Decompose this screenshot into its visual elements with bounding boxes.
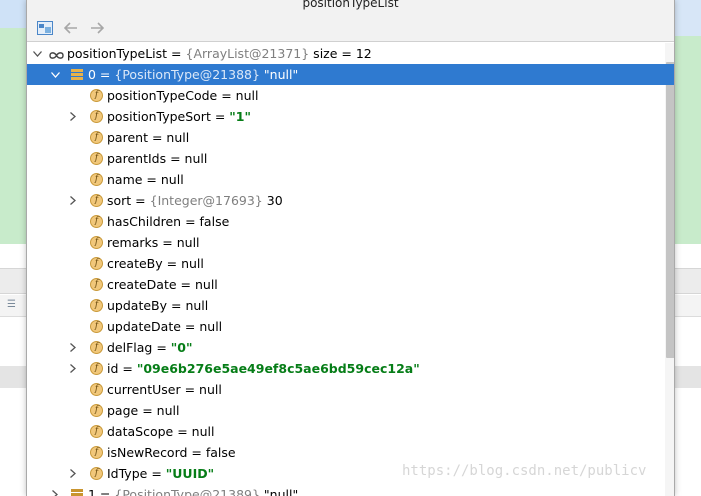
tree-row-field[interactable]: f positionTypeCode = null [27,85,675,106]
tree-row-field[interactable]: f parent = null [27,127,675,148]
field-label: id = "09e6b276e5ae49ef8c5ae6bd59cec12a" [107,361,420,376]
background-editor-right [675,0,701,244]
field-label: remarks = null [107,235,200,250]
field-icon: f [90,110,103,123]
tree-row-root[interactable]: positionTypeList = {ArrayList@21371} siz… [27,43,675,64]
chevron-down-icon[interactable] [50,70,60,80]
field-icon: f [90,425,103,438]
field-icon: f [90,467,103,480]
popup-title: positionTypeList [302,0,398,6]
item-0-label: 0 = {PositionType@21388} "null" [88,67,298,82]
popup-titlebar[interactable]: positionTypeList [27,0,674,14]
field-icon: f [90,299,103,312]
popup-toolbar [27,14,674,42]
object-icon [71,489,83,496]
tree-row-field[interactable]: f positionTypeSort = "1" [27,106,675,127]
field-label: updateDate = null [107,319,222,334]
chevron-right-icon[interactable] [68,469,78,479]
item-1-label: 1 = {PositionType@21389} "null" [88,487,298,496]
field-label: createBy = null [107,256,204,271]
tree-row-field[interactable]: f dataScope = null [27,421,675,442]
chevron-right-icon[interactable] [50,490,60,496]
tree-row-item-0[interactable]: 0 = {PositionType@21388} "null" [27,64,675,85]
field-label: page = null [107,403,179,418]
field-label: parentIds = null [107,151,207,166]
tree-row-field[interactable]: f createDate = null [27,274,675,295]
field-icon: f [90,152,103,165]
background-list-icon: ☰ [7,300,19,310]
watermark-text: https://blog.csdn.net/publicv [402,463,646,479]
field-label: createDate = null [107,277,218,292]
field-icon: f [90,236,103,249]
root-label: positionTypeList = {ArrayList@21371} siz… [67,46,372,61]
field-icon: f [90,404,103,417]
tree-row-field[interactable]: f page = null [27,400,675,421]
field-icon: f [90,383,103,396]
tree-row-field[interactable]: f delFlag = "0" [27,337,675,358]
tree-row-field[interactable]: f currentUser = null [27,379,675,400]
field-icon: f [90,320,103,333]
field-icon: f [90,215,103,228]
object-icon [71,69,83,80]
tree-row-field[interactable]: f id = "09e6b276e5ae49ef8c5ae6bd59cec12a" [27,358,675,379]
field-icon: f [90,131,103,144]
chevron-right-icon[interactable] [68,112,78,122]
forward-arrow-icon [90,22,104,34]
field-label: name = null [107,172,184,187]
layout-icon [37,21,53,35]
field-label: isNewRecord = false [107,445,236,460]
background-editor-left [0,0,26,244]
background-tab-right [675,0,701,36]
chevron-down-icon[interactable] [32,49,42,59]
tree-row-field[interactable]: f hasChildren = false [27,211,675,232]
tree-row-field[interactable]: f updateDate = null [27,316,675,337]
field-label: delFlag = "0" [107,340,193,355]
field-icon: f [90,446,103,459]
forward-button[interactable] [86,17,108,39]
layout-button[interactable] [34,17,56,39]
field-label: positionTypeCode = null [107,88,258,103]
field-label: sort = {Integer@17693} 30 [107,193,283,208]
field-icon: f [90,173,103,186]
field-icon: f [90,89,103,102]
field-label: positionTypeSort = "1" [107,109,251,124]
field-icon: f [90,257,103,270]
field-label: IdType = "UUID" [107,466,214,481]
field-label: hasChildren = false [107,214,229,229]
chevron-right-icon[interactable] [68,364,78,374]
chevron-right-icon[interactable] [68,196,78,206]
field-label: currentUser = null [107,382,222,397]
tree-row-item-1[interactable]: 1 = {PositionType@21389} "null" [27,484,675,496]
back-arrow-icon [64,22,78,34]
field-icon: f [90,278,103,291]
tree-row-field[interactable]: f parentIds = null [27,148,675,169]
infinity-icon [49,48,64,63]
field-label: updateBy = null [107,298,208,313]
field-icon: f [90,194,103,207]
field-label: parent = null [107,130,189,145]
field-label: dataScope = null [107,424,214,439]
tree-row-field[interactable]: f name = null [27,169,675,190]
tree-row-field[interactable]: f isNewRecord = false [27,442,675,463]
chevron-right-icon[interactable] [68,343,78,353]
tree-row-field[interactable]: f createBy = null [27,253,675,274]
tree-row-field[interactable]: f sort = {Integer@17693} 30 [27,190,675,211]
back-button[interactable] [60,17,82,39]
tree-row-field[interactable]: f updateBy = null [27,295,675,316]
field-icon: f [90,362,103,375]
tree-row-field[interactable]: f remarks = null [27,232,675,253]
background-tab-left [0,0,26,28]
field-icon: f [90,341,103,354]
inspect-popup-window[interactable]: positionTypeList [26,0,675,496]
